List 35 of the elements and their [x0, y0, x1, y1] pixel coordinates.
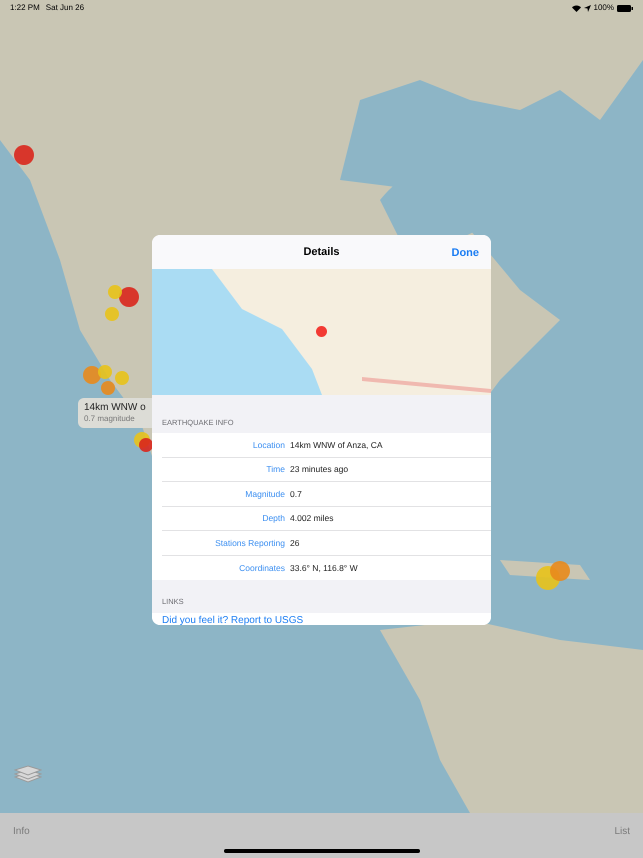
earthquake-marker-icon[interactable] [108, 285, 122, 299]
row-value: 23 minutes ago [290, 463, 348, 476]
battery-percent: 100% [594, 2, 614, 14]
info-tab[interactable]: Info [13, 824, 30, 838]
row-label: Stations Reporting [214, 536, 285, 550]
earthquake-marker-icon[interactable] [139, 438, 153, 452]
row-label: Coordinates [238, 562, 285, 574]
earthquake-marker-icon[interactable] [115, 371, 129, 385]
row-value: 0.7 [290, 488, 302, 500]
row-value: 33.6° N, 116.8° W [290, 562, 358, 574]
sheet-title: Details [303, 244, 340, 260]
layers-icon[interactable] [14, 764, 42, 784]
status-date: Sat Jun 26 [46, 2, 84, 14]
row-value: 14km WNW of Anza, CA [290, 438, 383, 452]
earthquake-marker-icon[interactable] [101, 381, 115, 395]
callout-subtitle: 0.7 magnitude [84, 414, 136, 424]
row-label: Magnitude [244, 488, 285, 500]
earthquake-marker-icon[interactable] [105, 307, 119, 321]
earthquake-marker-icon[interactable] [83, 366, 101, 384]
earthquake-marker-icon[interactable] [550, 561, 570, 581]
earthquake-marker-icon[interactable] [119, 287, 139, 307]
status-time: 1:22 PM [10, 2, 40, 14]
row-label: Location [252, 438, 285, 452]
row-label: Depth [261, 512, 285, 525]
earthquake-marker-icon[interactable] [14, 145, 34, 165]
list-tab[interactable]: List [614, 824, 630, 838]
earthquake-marker-icon[interactable] [98, 365, 112, 379]
row-value: 4.002 miles [290, 512, 334, 525]
row-label: Time [265, 463, 285, 476]
location-arrow-icon [584, 4, 591, 12]
callout-title: 14km WNW o [84, 401, 147, 414]
row-value: 26 [290, 536, 300, 550]
map-callout[interactable]: 14km WNW o 0.7 magnitude [78, 398, 152, 428]
wifi-icon [572, 4, 581, 12]
done-button[interactable]: Done [452, 245, 479, 262]
